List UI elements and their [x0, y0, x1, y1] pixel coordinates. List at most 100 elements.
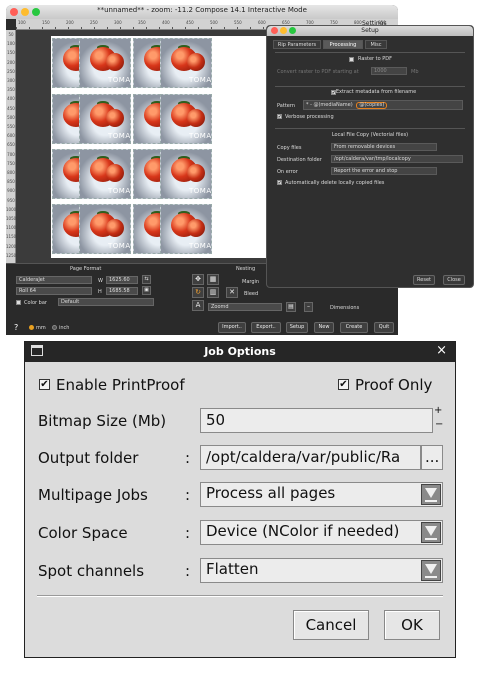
- tab-misc[interactable]: Misc: [365, 40, 387, 49]
- mm-radio[interactable]: [29, 325, 34, 330]
- ruler-tick-label: 700: [7, 151, 15, 157]
- error-select[interactable]: Report the error and stop: [331, 167, 437, 175]
- ruler-tick-label: 300: [7, 78, 15, 83]
- ruler-tick-label: 350: [7, 87, 15, 93]
- rotate-icon[interactable]: ↻: [192, 287, 204, 298]
- tile-label: TOMAT: [108, 132, 131, 140]
- cancel-button[interactable]: Cancel: [293, 610, 369, 640]
- spin-up-icon[interactable]: +: [434, 405, 442, 416]
- lock-icon[interactable]: ▣: [142, 286, 151, 295]
- copy-files-label: Copy files: [277, 145, 302, 151]
- create-button[interactable]: Create: [340, 322, 368, 333]
- nest-grid-icon[interactable]: ▦: [207, 274, 219, 285]
- autodelete-checkbox[interactable]: ✔: [277, 180, 282, 185]
- inch-radio[interactable]: [52, 325, 57, 330]
- tile-label: TOMAT: [108, 242, 131, 250]
- swap-icon[interactable]: ⇆: [142, 275, 151, 284]
- bitmap-size-input[interactable]: 50: [200, 408, 433, 433]
- setup-close-button[interactable]: Close: [443, 275, 465, 285]
- ruler-tick-label: 500: [7, 114, 15, 120]
- metadata-title: Extract metadata from filename: [335, 89, 417, 95]
- tomato-image-tile[interactable]: TOMAT: [79, 149, 131, 199]
- verbose-checkbox[interactable]: ✔: [277, 114, 282, 119]
- tomato-image-tile[interactable]: TOMAT: [79, 38, 131, 88]
- ok-button[interactable]: OK: [384, 610, 440, 640]
- error-label: On error: [277, 169, 298, 175]
- dropdown-arrow-icon[interactable]: [421, 522, 441, 543]
- raster-section: Raster to PDF Convert raster to PDF star…: [275, 52, 465, 82]
- help-icon[interactable]: ?: [14, 323, 18, 332]
- ruler-tick-label: 650: [7, 142, 15, 148]
- ruler-tick-label: 100: [18, 20, 26, 25]
- close-icon[interactable]: ×: [436, 344, 447, 358]
- tomato-image-tile[interactable]: TOMAT: [79, 204, 131, 254]
- width-input[interactable]: 1625.60: [106, 276, 138, 284]
- import-button[interactable]: Import..: [218, 322, 246, 333]
- spin-down-icon[interactable]: −: [435, 419, 443, 430]
- tab-processing[interactable]: Processing: [323, 40, 363, 49]
- colorbar-checkbox[interactable]: [16, 300, 21, 305]
- height-input[interactable]: 1685.58: [106, 287, 138, 295]
- convert-input[interactable]: 1000: [371, 67, 407, 75]
- tomato-image-tile[interactable]: TOMAT: [160, 94, 212, 144]
- tomato-image-tile[interactable]: TOMAT: [79, 94, 131, 144]
- dimensions-label: Dimensions: [330, 305, 360, 311]
- media-select[interactable]: Roll 64: [16, 287, 92, 295]
- colorbar-select[interactable]: Default: [58, 298, 154, 306]
- dropdown-arrow-icon[interactable]: [421, 484, 441, 505]
- minus-icon[interactable]: –: [304, 302, 313, 312]
- tomato-image-tile[interactable]: TOMAT: [160, 204, 212, 254]
- proof-only-checkbox[interactable]: ✔: [338, 379, 349, 390]
- tomato-shape: [106, 109, 124, 127]
- output-folder-input[interactable]: /opt/caldera/var/public/Ra: [200, 445, 421, 470]
- tomato-shape: [187, 164, 205, 182]
- tile-label: TOMAT: [189, 187, 212, 195]
- printer-select[interactable]: CalderaJet: [16, 276, 92, 284]
- reset-button[interactable]: Reset: [413, 275, 435, 285]
- multipage-select[interactable]: Process all pages: [200, 482, 443, 507]
- setup-title: Setup: [361, 27, 379, 34]
- tomato-image-tile[interactable]: TOMAT: [160, 149, 212, 199]
- bleed-icon[interactable]: ✕: [226, 287, 238, 298]
- tomato-image-tile[interactable]: TOMAT: [160, 38, 212, 88]
- ruler-tick-label: 750: [7, 160, 15, 166]
- tab-rip-parameters[interactable]: Rip Parameters: [273, 40, 321, 49]
- output-folder-label: Output folder: [38, 449, 139, 467]
- save-icon[interactable]: ▤: [286, 302, 296, 312]
- dest-input[interactable]: /opt/caldera/var/tmp/localcopy: [331, 155, 463, 163]
- browse-button[interactable]: ...: [421, 445, 443, 470]
- ruler-tick-label: 400: [162, 20, 170, 25]
- text-size-icon[interactable]: A: [192, 300, 204, 311]
- inch-label: inch: [59, 325, 70, 331]
- job-options-title: Job Options: [204, 345, 276, 358]
- divider: [37, 595, 443, 597]
- quit-button[interactable]: Quit: [374, 322, 394, 333]
- copy-files-select[interactable]: From removable devices: [331, 143, 437, 151]
- dropdown-arrow-icon[interactable]: [421, 560, 441, 581]
- ruler-tick-label: 1150: [6, 234, 17, 240]
- raster-title: Raster to PDF: [357, 56, 393, 62]
- bitmap-size-label: Bitmap Size (Mb): [38, 412, 167, 430]
- verbose-label: Verbose processing: [285, 114, 334, 120]
- spot-channels-colon: :: [185, 562, 191, 580]
- align-icon[interactable]: ▥: [207, 287, 219, 298]
- spot-channels-select[interactable]: Flatten: [200, 558, 443, 583]
- ruler-tick-label: 900: [7, 188, 15, 194]
- ruler-tick-label: 600: [7, 133, 15, 139]
- color-space-label: Color Space: [38, 524, 128, 542]
- color-space-colon: :: [185, 524, 191, 542]
- setup-button[interactable]: Setup: [286, 322, 308, 333]
- pattern-input[interactable]: * - @(mediaName) @(copies): [303, 100, 463, 110]
- app-title: **unnamed** - zoom: -11.2 Compose 14.1 I…: [97, 6, 307, 14]
- zoom-select[interactable]: Zoomd: [208, 303, 282, 311]
- mm-label: mm: [36, 325, 46, 331]
- export-button[interactable]: Export..: [251, 322, 281, 333]
- new-button[interactable]: New: [314, 322, 334, 333]
- tomato-shape: [106, 219, 124, 237]
- color-space-value: Device (NColor if needed): [206, 522, 400, 540]
- color-space-select[interactable]: Device (NColor if needed): [200, 520, 443, 545]
- enable-printproof-checkbox[interactable]: ✔: [39, 379, 50, 390]
- tile-label: TOMAT: [189, 76, 212, 84]
- ruler-tick-label: 950: [7, 197, 15, 203]
- nest-arrange-icon[interactable]: ✥: [192, 274, 204, 285]
